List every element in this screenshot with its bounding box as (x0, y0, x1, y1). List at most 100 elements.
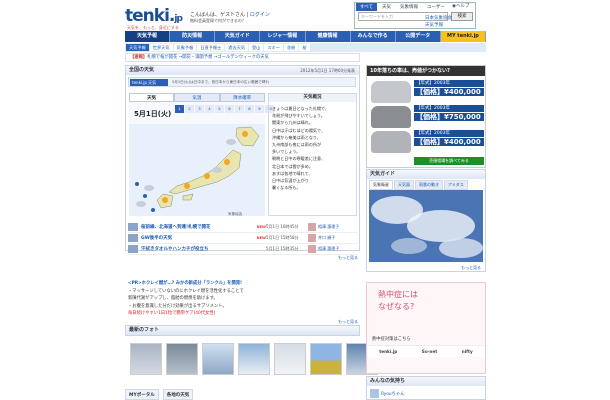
greeting: こんばんは、ゲストさん | ログイン (190, 12, 270, 18)
sub-nav: 天気予報 世界天気 気象予報 日直予報士 過去天気 登山 スキー 花粉 桜 (125, 43, 486, 52)
guide-title: 天気ガイド (367, 170, 485, 179)
bottom-tab-my[interactable]: MYポータル (125, 389, 159, 400)
satellite-image[interactable] (369, 190, 483, 262)
car-ad[interactable]: 10年落ちの車は、売値がつかない? 【年式】2003年 【価格】¥400,000… (366, 65, 486, 168)
search-tab-all[interactable]: すべて (356, 3, 378, 11)
subnav-world[interactable]: 世界天気 (149, 44, 173, 51)
tab-precip[interactable]: 降水確率 (219, 93, 265, 102)
service-link[interactable]: 無料会員登録で何ができるの？ (190, 18, 246, 24)
panel-header: 全国の天気 2012年5月1日 17時00分発表 (126, 66, 359, 75)
date-cells: 1 2 3 4 5 6 7 8 9 10 (175, 105, 274, 113)
photo-thumb[interactable] (166, 343, 198, 375)
subnav-sakura[interactable]: 桜 (299, 44, 310, 51)
ad-sponsors: tenki.jp So-net nifty (367, 345, 485, 357)
header-link-1[interactable]: 日本気象協会 (425, 15, 452, 21)
car-price: 【価格】¥400,000 (414, 138, 484, 146)
photo-thumb[interactable] (238, 343, 270, 375)
nav-my[interactable]: MY tenki.jp (440, 31, 486, 42)
car-image (371, 131, 411, 153)
selected-day: 5月1日(火) (134, 110, 172, 118)
more-link[interactable]: もっと見る (128, 255, 358, 261)
nav-leisure[interactable]: レジャー情報 (260, 31, 306, 42)
date-cell[interactable]: 4 (205, 105, 214, 113)
car-ad-title: 10年落ちの車は、売値がつかない? (367, 66, 485, 76)
ad-link[interactable]: 熱中症対策はこちら (372, 336, 411, 342)
search-tab-user[interactable]: ユーザー (423, 3, 449, 11)
page: tenki.jp 天気を、もっと、身近にする こんばんは、ゲストさん | ログイ… (0, 0, 610, 400)
list-item[interactable]: 桜前線、北海道へ到達!札幌で開花 NEW 5月1日 16時45分 相澤 惠理子 (128, 222, 358, 233)
news-ticker[interactable]: 【速報】札幌で桜が開花 →開花・満開予想 →ゴールデンウィークの天気 (125, 53, 360, 62)
ad-headline: 熱中症には なぜなる? (378, 290, 418, 311)
car-image (371, 81, 411, 103)
search-tabs: すべて 天気 気象情報 ユーザー (356, 3, 449, 11)
explanation-text: きょうは夏日となった札幌で、 花粉が飛びやすいでしょう。 関東から九州は晴れ。 日中は… (272, 106, 330, 191)
map-tabs: 天気 気温 降水確率 (129, 93, 265, 102)
subnav-ski[interactable]: スキー (264, 44, 283, 51)
photo-thumb[interactable] (202, 343, 234, 375)
thumbnail-icon (128, 245, 138, 253)
car-ad-button[interactable]: 売値相場を調べてみる (414, 157, 484, 165)
photo-thumb[interactable] (310, 343, 342, 375)
photo-strip (130, 343, 378, 375)
photo-title: 最新のフォト (126, 326, 359, 335)
guide-more-link[interactable]: もっと見る (461, 265, 481, 271)
heatstroke-ad[interactable]: 熱中症には なぜなる? 熱中症対策はこちら tenki.jp So-net nifty (366, 282, 486, 374)
bottom-tabs: MYポータル 各地の天気 (125, 389, 360, 400)
photo-thumb[interactable] (130, 343, 162, 375)
photo-section: 最新のフォト (125, 325, 360, 336)
announce-text: 5月1日(火)は日中まで、西日本から東日本の広い範囲で晴れ (172, 80, 270, 84)
main-nav: 天気予報 防災情報 天気ガイド レジャー情報 健康情報 みんなで作る 公開データ… (125, 31, 486, 42)
date-cell[interactable]: 9 (255, 105, 264, 113)
guide-tab-amedas[interactable]: アメダス (444, 180, 468, 190)
satellite-svg (369, 190, 483, 262)
date-cell[interactable]: 1 (175, 105, 184, 113)
bottom-tab-local[interactable]: 各地の天気 (162, 389, 194, 400)
date-cell[interactable]: 5 (215, 105, 224, 113)
car-price: 【価格】¥400,000 (414, 88, 484, 96)
date-cell[interactable]: 6 (225, 105, 234, 113)
tab-weather[interactable]: 天気 (129, 93, 175, 102)
list-item[interactable]: 汗拭きタオルやハンカチが役立ち 5月1日 15時35分 相澤 惠理子 (128, 244, 358, 255)
car-year: 【年式】2003年 (414, 80, 484, 87)
subnav-duty[interactable]: 日直予報士 (197, 44, 225, 51)
thumbnail-icon (128, 223, 138, 231)
thumbnail-icon (128, 234, 138, 242)
date-cell[interactable]: 7 (235, 105, 244, 113)
voice-user[interactable]: Ryouちゃん (381, 391, 405, 397)
date-cell[interactable]: 8 (245, 105, 254, 113)
search-button[interactable]: 検索 (451, 12, 473, 21)
guide-tab-rain[interactable]: 雨雲の動き (415, 180, 443, 190)
list-item[interactable]: GW後半の天気 NEW 5月1日 15時58分 井口 順子 (128, 233, 358, 244)
pr-block: <PR>ホクレイ燃が…? みかの新成分「ランクル」を開発! ・マッサージしていな… (128, 281, 358, 326)
help-link[interactable]: ◉ヘルプ (452, 3, 469, 9)
subnav-forecast[interactable]: 天気予報 (126, 44, 149, 51)
date-cell[interactable]: 2 (185, 105, 194, 113)
avatar (370, 389, 379, 398)
avatar (308, 223, 316, 231)
tab-temperature[interactable]: 気温 (174, 93, 220, 102)
nav-guide[interactable]: 天気ガイド (215, 31, 261, 42)
guide-tab-satellite[interactable]: 気象衛星 (369, 180, 393, 190)
more-link[interactable]: もっと見る (128, 318, 358, 326)
search-tab-info[interactable]: 気象情報 (396, 3, 422, 11)
subnav-mountain[interactable]: 登山 (249, 44, 264, 51)
nav-forecast[interactable]: 天気予報 (125, 31, 171, 42)
nav-disaster[interactable]: 防災情報 (170, 31, 216, 42)
nav-health[interactable]: 健康情報 (306, 31, 351, 42)
nav-data[interactable]: 公開データ (396, 31, 441, 42)
site-logo[interactable]: tenki.jp (125, 6, 183, 26)
japan-weather-map[interactable] (129, 124, 265, 216)
date-cell[interactable]: 3 (195, 105, 204, 113)
photo-thumb[interactable] (274, 343, 306, 375)
nav-community[interactable]: みんなで作る (351, 31, 396, 42)
subnav-pollen[interactable]: 花粉 (283, 44, 299, 51)
header-link-2[interactable]: 天気予報 (425, 22, 443, 28)
avatar (308, 234, 316, 242)
car-year: 【年式】2003年 (414, 130, 484, 137)
car-image (371, 106, 411, 128)
subnav-past[interactable]: 過去天気 (225, 44, 249, 51)
login-link[interactable]: ログイン (250, 12, 270, 18)
subnav-forecast2[interactable]: 気象予報 (173, 44, 197, 51)
search-tab-weather[interactable]: 天気 (378, 3, 395, 11)
guide-tab-chart[interactable]: 天気図 (394, 180, 414, 190)
